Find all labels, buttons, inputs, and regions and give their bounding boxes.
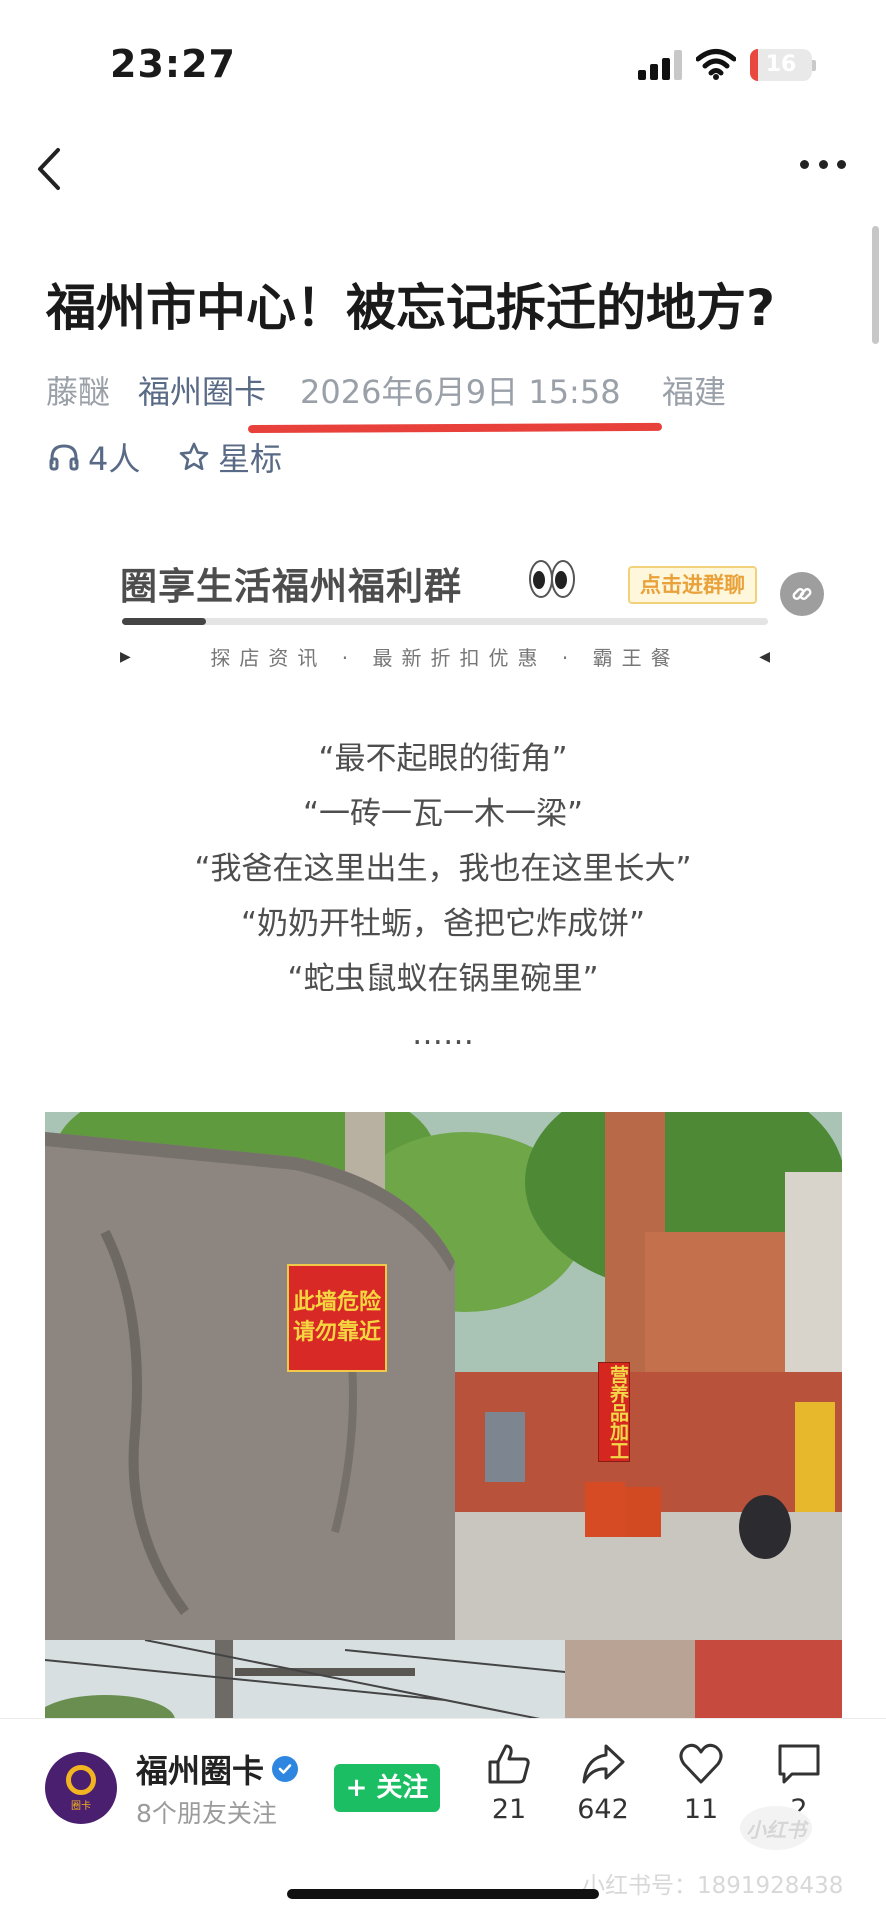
more-options-icon[interactable] <box>800 160 846 172</box>
reverse-triangle-icon: ◀ <box>759 648 770 665</box>
article-photo-second[interactable] <box>45 1640 842 1720</box>
banner-subtitle-row: ▶ 探店资讯 · 最新折扣优惠 · 霸王餐 ◀ <box>120 642 770 671</box>
comment-bubble-icon <box>778 1744 820 1784</box>
publish-location: 福建 <box>662 373 727 411</box>
wifi-icon <box>696 49 736 80</box>
alley-photo-illustration <box>45 1112 842 1640</box>
friends-following-count: 8个朋友关注 <box>136 1799 277 1828</box>
bottom-account-name[interactable]: 福州圈卡 <box>136 1746 299 1792</box>
sign-line: 此墙危险 <box>292 1290 381 1315</box>
heart-icon <box>679 1743 723 1784</box>
like-count: 21 <box>491 1794 527 1825</box>
watermark-text: 小红书号：1891928438 <box>582 1873 844 1899</box>
favorite-count: 11 <box>683 1794 719 1825</box>
bottom-account-name-text: 福州圈卡 <box>136 1752 265 1790</box>
favorite-button[interactable]: 11 <box>658 1742 744 1825</box>
battery-cap <box>812 60 816 71</box>
quote-line: “一砖一瓦一木一梁” <box>302 796 584 832</box>
account-link[interactable]: 福州圈卡 <box>138 367 266 413</box>
red-underline-annotation <box>247 422 663 434</box>
avatar-logo-ring <box>66 1764 96 1795</box>
banner-progress-fill <box>122 618 206 625</box>
quote-line: “蛇虫鼠蚁在锅里碗里” <box>287 961 599 997</box>
thumbs-up-icon <box>488 1744 530 1784</box>
publish-datetime: 2026年6月9日 15:58 <box>300 373 621 411</box>
account-avatar[interactable]: 圈卡 <box>45 1752 117 1824</box>
shop-sign: 营养品加工 <box>598 1362 630 1462</box>
sign-line: 请勿靠近 <box>292 1320 381 1345</box>
verified-badge-icon <box>272 1756 299 1782</box>
banner-subtitle: 探店资讯 · 最新折扣优惠 · 霸王餐 <box>210 646 680 670</box>
avatar-logo-text: 圈卡 <box>71 1800 91 1812</box>
link-icon[interactable] <box>780 572 824 616</box>
status-time: 23:27 <box>110 42 236 86</box>
star-button[interactable]: 星标 <box>178 434 282 480</box>
article-photo[interactable]: 此墙危险 请勿靠近 营养品加工 <box>45 1112 842 1640</box>
home-indicator[interactable] <box>287 1889 599 1899</box>
quote-line: “最不起眼的街角” <box>318 741 568 777</box>
battery-percentage: 16 <box>765 52 797 77</box>
share-button[interactable]: 642 <box>560 1742 646 1825</box>
headphones-icon <box>49 444 79 471</box>
play-triangle-icon: ▶ <box>120 648 131 665</box>
back-arrow-icon[interactable] <box>32 146 66 192</box>
banner-progress-bar <box>122 618 768 625</box>
listen-button[interactable]: 4人 <box>48 434 140 480</box>
follow-button[interactable]: + 关注 <box>334 1764 440 1812</box>
battery-indicator: 16 <box>750 49 812 81</box>
quote-ellipsis: …… <box>412 1016 474 1052</box>
share-count: 642 <box>577 1794 629 1825</box>
banner-title[interactable]: 圈享生活福州福利群 <box>120 556 462 610</box>
eyes-emoji-icon <box>529 560 575 598</box>
author-name: 藤醚 <box>46 373 111 411</box>
scrollbar[interactable] <box>872 226 879 344</box>
share-arrow-icon <box>582 1744 625 1784</box>
quote-line: “我爸在这里出生，我也在这里长大” <box>194 851 692 887</box>
join-group-button[interactable]: 点击进群聊 <box>628 566 757 604</box>
listener-count: 4人 <box>88 440 141 478</box>
danger-wall-sign: 此墙危险 请勿靠近 <box>287 1264 387 1372</box>
street-photo-illustration <box>45 1640 842 1720</box>
chain-link-icon <box>792 588 812 600</box>
star-icon <box>179 442 209 471</box>
cellular-signal-icon <box>638 50 684 80</box>
watermark-logo: 小红书 <box>740 1806 812 1850</box>
star-label: 星标 <box>218 440 283 478</box>
quote-block: “最不起眼的街角” “一砖一瓦一木一梁” “我爸在这里出生，我也在这里长大” “… <box>0 732 886 1062</box>
like-button[interactable]: 21 <box>466 1742 552 1825</box>
article-title: 福州市中心！被忘记拆迁的地方? <box>46 279 776 337</box>
quote-line: “奶奶开牡蛎，爸把它炸成饼” <box>240 906 646 942</box>
